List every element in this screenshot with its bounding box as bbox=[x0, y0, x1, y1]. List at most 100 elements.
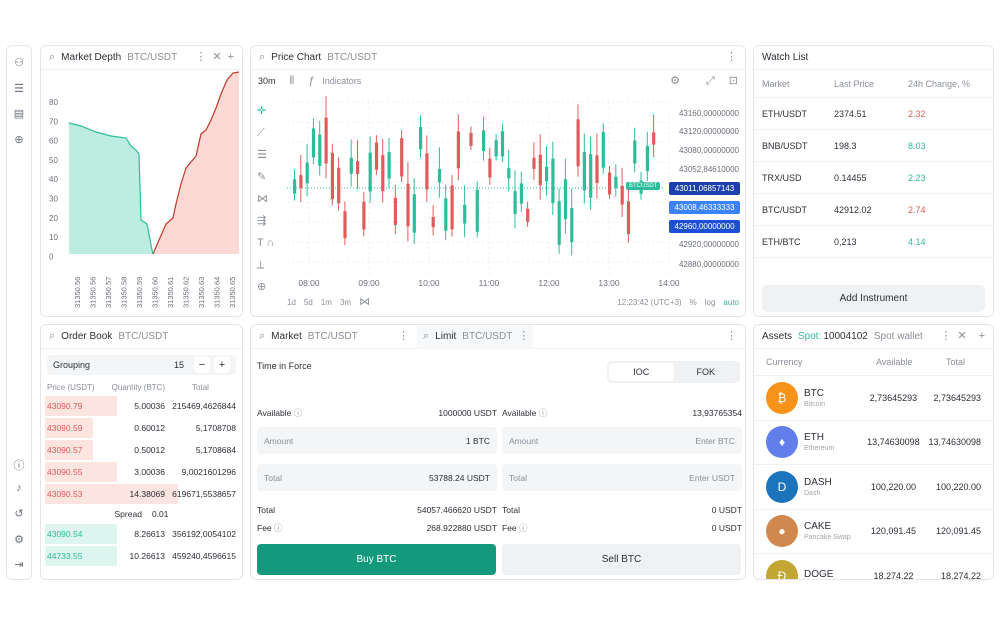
order-price: 43090.79 bbox=[47, 401, 83, 411]
price-tick: 42920,00000000 bbox=[679, 240, 740, 249]
buy-amount-field[interactable]: Amount 1 BTC bbox=[257, 427, 497, 454]
tab-limit-label: Limit bbox=[435, 331, 457, 342]
user-search-icon[interactable]: ⚇ bbox=[7, 56, 31, 69]
spot-label: Spot: bbox=[798, 331, 822, 342]
bid-row[interactable]: 43090.54 8.26613 356192,0054102 bbox=[41, 523, 242, 545]
candle-body bbox=[330, 152, 334, 200]
order-qty: 8.26613 bbox=[134, 529, 165, 539]
sell-button[interactable]: Sell BTC bbox=[502, 544, 741, 575]
scale-auto[interactable]: auto bbox=[723, 298, 739, 307]
scale-percent[interactable]: % bbox=[690, 298, 697, 307]
range-1d[interactable]: 1d bbox=[287, 298, 296, 307]
asset-row[interactable]: D DASH Dash 100,220.00 100,220.00 bbox=[754, 464, 993, 509]
buy-available-value: 1000000 USDT bbox=[438, 408, 497, 418]
depth-chart: 80 70 60 50 40 30 20 10 0 31350.56 31350.56 31350.… bbox=[49, 71, 240, 308]
col-market[interactable]: Market bbox=[762, 79, 834, 89]
depth-y-tick: 70 bbox=[49, 117, 58, 126]
help-icon[interactable]: ⓘ bbox=[7, 457, 31, 473]
bid-row[interactable]: 44733.55 10.26613 459240,4596615 bbox=[41, 545, 242, 567]
buy-amount-value: 1 BTC bbox=[465, 435, 490, 446]
candle-body bbox=[406, 183, 410, 227]
info-icon: ⓘ bbox=[274, 523, 283, 533]
ask-row[interactable]: 43090.53 14.38069 619671,5538657 bbox=[41, 483, 242, 505]
more-icon[interactable]: ⋮ bbox=[940, 331, 951, 342]
depth-y-tick: 50 bbox=[49, 156, 58, 165]
tif-fok[interactable]: FOK bbox=[674, 363, 739, 381]
more-icon[interactable]: ⋮ bbox=[726, 331, 737, 342]
ask-row[interactable]: 43090.59 0.60012 5,1708708 bbox=[41, 417, 242, 439]
order-total: 619671,5538657 bbox=[172, 489, 236, 499]
candle-body bbox=[526, 208, 530, 222]
range-3m[interactable]: 3m bbox=[340, 298, 351, 307]
candle-body bbox=[620, 185, 624, 205]
candle-body bbox=[437, 169, 442, 183]
order-total: 356192,0054102 bbox=[172, 529, 236, 539]
price-tag: 43008,46333333 bbox=[669, 201, 740, 214]
watch-list-row[interactable]: ETH/USDT 2374.51 2.32 bbox=[754, 98, 993, 130]
watch-list-columns: Market Last Price 24h Change, % bbox=[754, 70, 993, 98]
asset-row[interactable]: ₿ BTC Bitcoin 2,73645293 2,73645293 bbox=[754, 375, 993, 420]
order-book-columns: Price (USDT) Quantity (BTC) Total bbox=[41, 379, 242, 395]
more-icon[interactable]: ⋮ bbox=[398, 331, 409, 342]
menu-icon[interactable]: ☰ bbox=[7, 82, 31, 95]
col-last-price[interactable]: Last Price bbox=[834, 79, 908, 89]
range-1m[interactable]: 1m bbox=[321, 298, 332, 307]
depth-x-tick: 31350.60 bbox=[151, 277, 160, 308]
watch-list-row[interactable]: BNB/USDT 198.3 8.03 bbox=[754, 130, 993, 162]
scale-log[interactable]: log bbox=[705, 298, 716, 307]
spot-wallet-tab[interactable]: Spot wallet bbox=[874, 331, 923, 342]
layers-icon[interactable]: ▤ bbox=[7, 107, 31, 120]
ask-row[interactable]: 43090.55 3.00036 9,0021601296 bbox=[41, 461, 242, 483]
asset-row[interactable]: ♦ ETH Ethereum 13,74630098 13,74630098 bbox=[754, 419, 993, 465]
tab-limit[interactable]: ⌕ Limit BTC/USDT ⋮ bbox=[417, 325, 533, 349]
logout-icon[interactable]: ⇥ bbox=[7, 558, 31, 571]
tif-ioc[interactable]: IOC bbox=[609, 363, 674, 381]
goto-date-icon[interactable]: ⋈ bbox=[359, 297, 370, 308]
col-change[interactable]: 24h Change, % bbox=[908, 79, 985, 89]
history-icon[interactable]: ↺ bbox=[7, 507, 31, 520]
candle-body bbox=[507, 168, 511, 179]
order-total: 459240,4596615 bbox=[172, 551, 236, 561]
watch-list-row[interactable]: TRX/USD 0.14455 2.23 bbox=[754, 162, 993, 194]
grouping-increase-button[interactable]: + bbox=[214, 357, 230, 373]
watch-list-panel: Watch List Market Last Price 24h Change,… bbox=[753, 45, 994, 317]
asset-row[interactable]: ● CAKE Pancake Swap 120,091.45 120,091.45 bbox=[754, 508, 993, 554]
candle-body bbox=[311, 128, 316, 158]
total-label: Total bbox=[509, 472, 527, 483]
ask-row[interactable]: 43090.79 5.00036 215469,4626844 bbox=[41, 395, 242, 417]
settings-icon[interactable]: ⚙ bbox=[7, 533, 31, 546]
order-book-panel: ⌕ Order Book BTC/USDT Grouping 15 − + Pr… bbox=[40, 324, 243, 580]
add-circle-icon[interactable]: ⊕ bbox=[7, 133, 31, 146]
candle-body bbox=[318, 134, 322, 166]
more-icon[interactable]: ⋮ bbox=[518, 331, 529, 342]
watch-list-row[interactable]: BTC/USDT 42912.02 2.74 bbox=[754, 194, 993, 226]
amount-label: Amount bbox=[509, 435, 539, 446]
buy-total-field[interactable]: Total 53788.24 USDT bbox=[257, 464, 497, 491]
watch-list-header: Watch List bbox=[754, 46, 993, 70]
ask-row[interactable]: 43090.57 0.50012 5,1708684 bbox=[41, 439, 242, 461]
candle-body bbox=[475, 189, 479, 232]
sell-total-field[interactable]: Total Enter USDT bbox=[502, 464, 742, 491]
range-5d[interactable]: 5d bbox=[304, 298, 313, 307]
bell-icon[interactable]: ♪ bbox=[7, 482, 31, 494]
candle-body bbox=[412, 194, 416, 233]
candle-body bbox=[299, 175, 303, 189]
search-icon[interactable]: ⌕ bbox=[49, 331, 55, 342]
close-icon[interactable]: ✕ bbox=[957, 331, 966, 342]
tab-market-pair: BTC/USDT bbox=[307, 331, 358, 342]
candle-body bbox=[482, 130, 486, 151]
add-icon[interactable]: + bbox=[979, 331, 985, 342]
candle-body bbox=[469, 132, 473, 146]
spread-label: Spread bbox=[114, 509, 142, 519]
depth-y-tick: 20 bbox=[49, 214, 58, 223]
add-instrument-button[interactable]: Add Instrument bbox=[762, 285, 985, 312]
tab-market[interactable]: ⌕ Market BTC/USDT ⋮ bbox=[251, 325, 417, 349]
grouping-decrease-button[interactable]: − bbox=[194, 357, 210, 373]
asset-name: DOGE bbox=[804, 569, 873, 579]
order-total: 5,1708684 bbox=[195, 445, 236, 455]
candle-body bbox=[450, 185, 454, 230]
watch-list-row[interactable]: ETH/BTC 0,213 4.14 bbox=[754, 226, 993, 258]
sell-amount-field[interactable]: Amount Enter BTC bbox=[502, 427, 742, 454]
asset-row[interactable]: Ð DOGE 18,274.22 18,274.22 bbox=[754, 553, 993, 579]
buy-button[interactable]: Buy BTC bbox=[257, 544, 496, 575]
